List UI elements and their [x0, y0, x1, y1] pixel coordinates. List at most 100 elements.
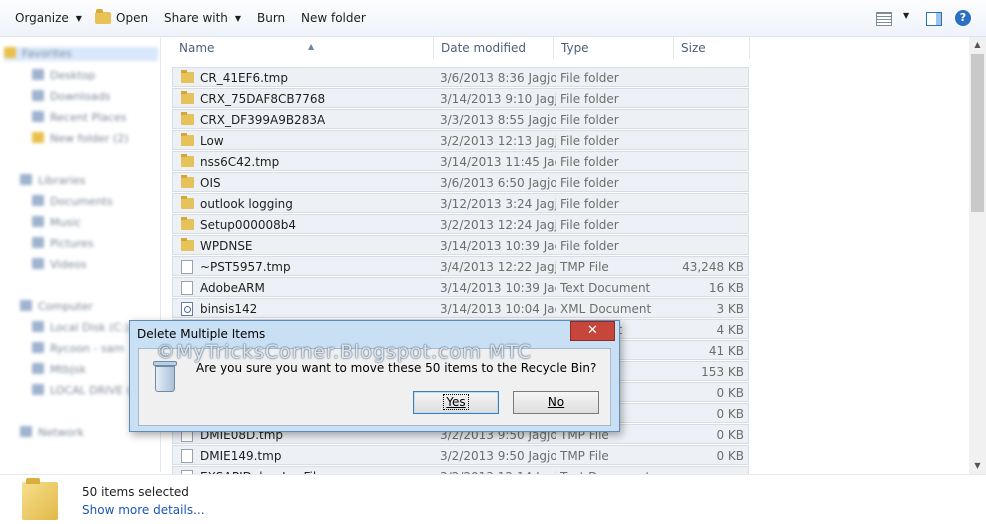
documents-icon: [32, 195, 44, 206]
file-name: CRX_DF399A9B283A: [200, 113, 326, 127]
burn-button[interactable]: Burn: [257, 11, 285, 25]
file-size: 0 KB: [716, 386, 744, 400]
file-icon: [181, 449, 193, 463]
preview-pane-icon[interactable]: [926, 12, 942, 26]
file-date: 3/12/2013 3:24 Jagjot: [440, 197, 556, 211]
nav-drive-3[interactable]: Mtbjsk: [32, 363, 86, 377]
column-header-date[interactable]: Date modified: [434, 37, 554, 59]
column-header-size[interactable]: Size: [674, 37, 750, 59]
chevron-down-icon: ▼: [75, 14, 82, 23]
file-row[interactable]: ~PST5957.tmp3/4/2013 12:22 JagjotTMP Fil…: [172, 256, 749, 276]
nav-network[interactable]: Network: [20, 426, 84, 440]
file-row[interactable]: CR_41EF6.tmp 3/6/2013 8:36 Jagjot File fol…: [172, 67, 749, 87]
file-row[interactable]: Low 3/2/2013 12:13 Jagjot File folder: [172, 130, 749, 150]
file-date: 3/14/2013 11:45 Jagjot: [440, 155, 556, 169]
open-button[interactable]: Open: [95, 9, 149, 25]
file-date: 3/3/2013 8:55 Jagjot: [440, 113, 556, 127]
nav-label: Desktop: [50, 69, 96, 82]
nav-favorites[interactable]: Favorites: [4, 47, 158, 61]
file-name: CRX_75DAF8CB7768: [200, 92, 326, 106]
selection-count: 50 items selected: [82, 485, 189, 499]
view-options-icon[interactable]: [876, 12, 892, 26]
nav-videos[interactable]: Videos: [32, 258, 87, 272]
file-name: binsis142: [200, 302, 258, 316]
file-row[interactable]: OIS 3/6/2013 6:50 Jagjot File folder: [172, 172, 749, 192]
command-bar: Organize ▼ Open Share with ▼ Burn New fold…: [0, 0, 986, 37]
close-button[interactable]: ✕: [570, 321, 615, 341]
file-row[interactable]: CRX_75DAF8CB7768 3/14/2013 9:10 Jagjot Fil…: [172, 88, 749, 108]
file-date: 3/2/2013 9:50 Jagjot: [440, 449, 556, 463]
vertical-scrollbar[interactable]: ▲ ▼: [969, 37, 986, 474]
file-row[interactable]: CRX_DF399A9B283A 3/3/2013 8:55 Jagjot File…: [172, 109, 749, 129]
yes-button[interactable]: Yes: [413, 391, 499, 414]
file-row[interactable]: DMIE149.tmp 3/2/2013 9:50 Jagjot TMP File 0…: [172, 445, 749, 465]
file-date: 3/6/2013 8:36 Jagjot: [440, 71, 556, 85]
nav-pictures[interactable]: Pictures: [32, 237, 94, 251]
file-type: File folder: [560, 113, 619, 127]
file-date: 3/14/2013 10:39 Jagjot: [440, 239, 556, 253]
nav-downloads[interactable]: Downloads: [32, 90, 110, 104]
scroll-thumb[interactable]: [971, 54, 984, 212]
nav-label: Favorites: [22, 47, 72, 60]
file-name: outlook logging: [200, 197, 293, 211]
file-size: 4 KB: [716, 323, 744, 337]
show-more-details-link[interactable]: Show more details...: [82, 503, 205, 517]
nav-computer[interactable]: Computer: [20, 300, 93, 314]
file-row[interactable]: WPDNSE 3/14/2013 10:39 Jagjot File folder: [172, 235, 749, 255]
no-button[interactable]: No: [513, 391, 599, 414]
file-type: File folder: [560, 218, 619, 232]
file-name: Setup000008b4: [200, 218, 296, 232]
file-size: 0 KB: [716, 407, 744, 421]
file-row[interactable]: binsis1423/14/2013 10:04 JagjotXML Docum…: [172, 298, 749, 318]
file-icon: [181, 281, 193, 295]
scroll-up-icon[interactable]: ▲: [969, 37, 986, 53]
file-name: WPDNSE: [200, 239, 253, 253]
folder-icon: [181, 238, 194, 251]
drive-icon: [32, 342, 44, 353]
help-icon[interactable]: ?: [955, 10, 971, 26]
file-icon: [181, 260, 193, 274]
folder-icon: [181, 133, 194, 146]
watermark: ©MyTricksCorner.Blogspot.com MTC: [156, 341, 532, 363]
column-header-type[interactable]: Type: [554, 37, 674, 59]
column-header-name[interactable]: Name ▲: [172, 37, 434, 59]
nav-documents[interactable]: Documents: [32, 195, 113, 209]
folder-icon: [181, 196, 194, 209]
file-size: 41 KB: [708, 344, 744, 358]
dialog-message: Are you sure you want to move these 50 i…: [196, 361, 597, 375]
file-row[interactable]: nss6C42.tmp 3/14/2013 11:45 Jagjot File fo…: [172, 151, 749, 171]
organize-menu[interactable]: Organize ▼: [15, 11, 82, 25]
nav-label: Libraries: [38, 174, 86, 187]
share-with-menu[interactable]: Share with ▼: [164, 11, 241, 25]
file-date: 3/14/2013 10:04 Jagjot: [440, 302, 556, 316]
file-date: 3/4/2013 12:22 Jagjot: [440, 260, 556, 274]
new-folder-button[interactable]: New folder: [301, 11, 366, 25]
nav-label: Music: [50, 216, 82, 229]
nav-label: New folder (2): [50, 132, 129, 145]
nav-label: Recent Places: [50, 111, 127, 124]
file-name: CR_41EF6.tmp: [200, 71, 288, 85]
drive-icon: [32, 363, 44, 374]
star-icon: [4, 47, 16, 58]
nav-drive-2[interactable]: Rycoon - sam: [32, 342, 124, 356]
no-label: No: [547, 395, 565, 409]
file-row[interactable]: EXSAPIDebugLogFile3/2/2013 12:14 JagjotT…: [172, 466, 749, 474]
open-label: Open: [116, 11, 149, 25]
nav-new-folder-2[interactable]: New folder (2): [32, 132, 129, 146]
nav-label: Rycoon - sam: [50, 342, 125, 355]
nav-local-disk[interactable]: Local Disk (C:): [32, 321, 129, 335]
file-row[interactable]: AdobeARM3/14/2013 10:39 JagjotText Docum…: [172, 277, 749, 297]
nav-music[interactable]: Music: [32, 216, 81, 230]
scroll-down-icon[interactable]: ▼: [969, 458, 986, 474]
share-with-label: Share with: [164, 11, 228, 25]
file-row[interactable]: Setup000008b4 3/2/2013 12:24 Jagjot File f…: [172, 214, 749, 234]
nav-recent-places[interactable]: Recent Places: [32, 111, 127, 125]
folder-icon: [181, 112, 194, 125]
folder-icon: [32, 132, 44, 143]
nav-desktop[interactable]: Desktop: [32, 69, 95, 83]
view-dropdown-icon[interactable]: ▼: [903, 11, 909, 20]
file-type: File folder: [560, 176, 619, 190]
desktop-icon: [32, 69, 44, 80]
file-row[interactable]: outlook logging 3/12/2013 3:24 Jagjot File…: [172, 193, 749, 213]
nav-libraries[interactable]: Libraries: [20, 174, 86, 188]
